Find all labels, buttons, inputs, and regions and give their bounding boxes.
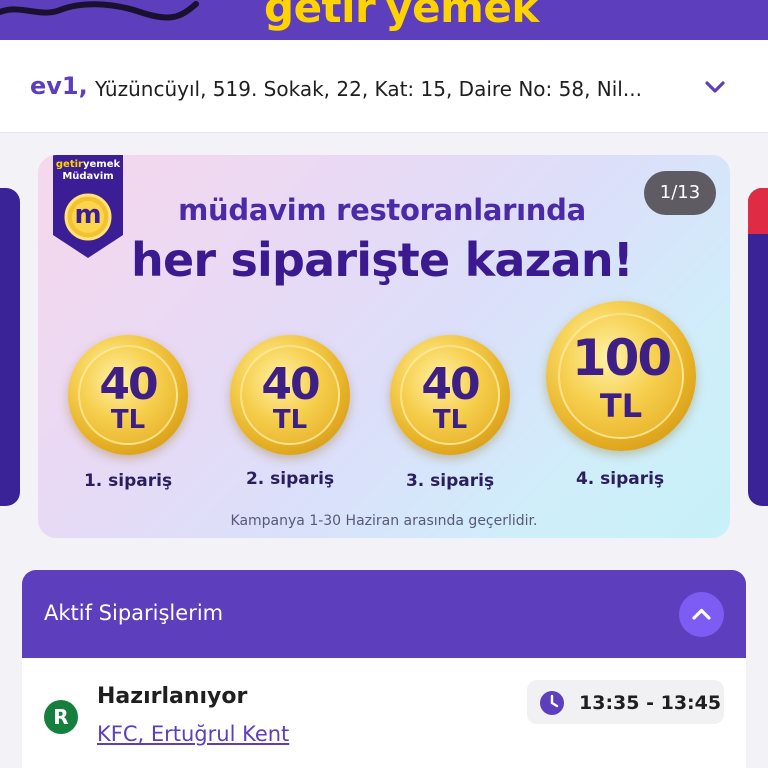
coin-3-amount: 40 (421, 359, 480, 410)
active-orders-card: Aktif Siparişlerim R Hazırlanıyor KFC, E… (22, 570, 746, 768)
badge-brand-getir: getir (55, 159, 83, 170)
coin-2-unit: TL (272, 405, 308, 435)
coin-2: 40 TL (230, 335, 350, 455)
active-orders-title: Aktif Siparişlerim (44, 601, 224, 625)
coin-1-amount: 40 (99, 359, 158, 410)
clock-icon (540, 691, 564, 715)
badge-brand-yemek: yemek (82, 159, 121, 170)
carousel-next-slide[interactable] (748, 188, 768, 506)
chevron-down-icon[interactable] (700, 74, 730, 100)
collapse-button[interactable] (679, 592, 724, 637)
campaign-banner[interactable]: getiryemek Müdavim m 1/13 müdavim restor… (38, 155, 730, 538)
scribble-decoration (0, 1, 199, 21)
coin-4-unit: TL (599, 387, 643, 425)
badge-brand: getiryemek (53, 159, 123, 170)
active-orders-header[interactable]: Aktif Siparişlerim (22, 570, 746, 658)
badge-name: Müdavim (62, 171, 114, 182)
address-selector[interactable]: ev1, Yüzüncüyıl, 519. Sokak, 22, Kat: 15… (0, 40, 768, 133)
order-status-badge: R (44, 700, 78, 734)
delivery-time-pill: 13:35 - 13:45 (527, 680, 724, 724)
address-text: Yüzüncüyıl, 519. Sokak, 22, Kat: 15, Dai… (95, 77, 642, 101)
campaign-note: Kampanya 1-30 Haziran arasında geçerlidi… (230, 513, 538, 529)
banner-headline-2: her siparişte kazan! (131, 233, 634, 287)
coin-2-caption: 2. sipariş (245, 469, 335, 489)
banner-headline-1: müdavim restoranlarında (178, 193, 586, 227)
delivery-time: 13:35 - 13:45 (579, 692, 722, 714)
coin-3-caption: 3. sipariş (405, 471, 495, 491)
coin-3: 40 TL (390, 335, 510, 455)
getir-yemek-logo: getir yemek (264, 0, 539, 32)
coin-3-unit: TL (432, 405, 468, 435)
carousel-prev-slide[interactable] (0, 188, 20, 506)
logo-yemek-text: yemek (385, 0, 539, 32)
logo-getir-text: getir (264, 0, 376, 32)
address-label: ev1, (30, 72, 88, 100)
app-header: getir yemek (0, 0, 768, 40)
order-status: Hazırlanıyor (97, 684, 248, 709)
coin-4-amount: 100 (571, 329, 672, 387)
restaurant-link[interactable]: KFC, Ertuğrul Kent (97, 722, 289, 746)
coin-4-caption: 4. sipariş (575, 469, 665, 489)
coin-1-unit: TL (110, 405, 146, 435)
coin-1: 40 TL (68, 335, 188, 455)
coin-1-caption: 1. sipariş (83, 471, 173, 491)
coin-4: 100 TL (546, 301, 696, 451)
coin-2-amount: 40 (261, 359, 320, 410)
chevron-up-icon (692, 608, 711, 620)
